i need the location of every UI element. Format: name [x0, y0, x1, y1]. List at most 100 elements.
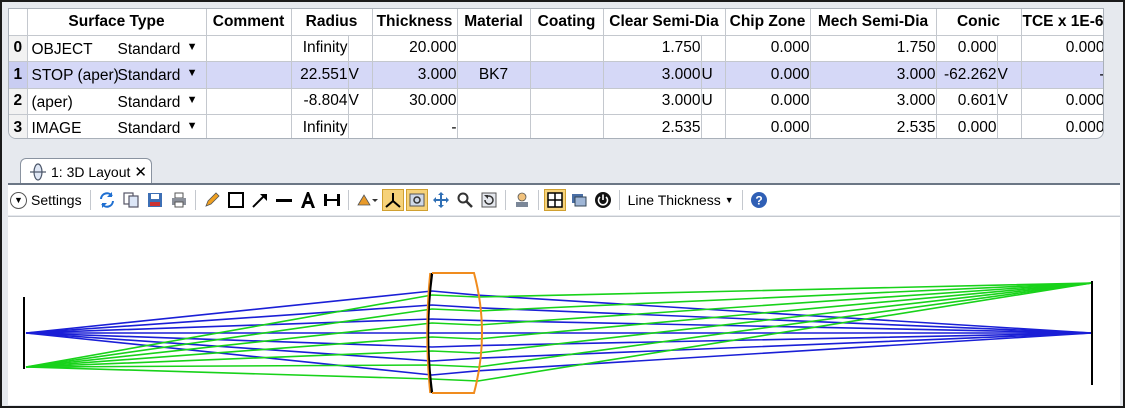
grid-icon[interactable] — [543, 189, 566, 211]
row-number[interactable]: 1 — [9, 61, 28, 89]
chip-zone-cell[interactable]: 0.000 — [725, 114, 811, 138]
zoom-icon[interactable] — [454, 189, 476, 211]
radius-solve-cell[interactable] — [348, 114, 373, 138]
comment-cell[interactable] — [206, 88, 292, 115]
radius-solve-cell[interactable] — [348, 35, 373, 62]
axes-icon[interactable] — [381, 189, 404, 211]
clear-semi-dia-cell[interactable]: 3.000 — [603, 61, 702, 89]
table-row[interactable]: 3 IMAGE Standard ▼ Infinity -2.535 0.000 2.535 0… — [9, 114, 1103, 138]
save-icon[interactable] — [144, 189, 166, 211]
export-icon[interactable] — [511, 189, 533, 211]
rotate-icon[interactable] — [354, 189, 380, 211]
table-row[interactable]: 1 STOP (aper) Standard ▼ 22.551 V 3.000 BK7 3.00… — [9, 61, 1103, 89]
header-thickness[interactable]: Thickness — [372, 9, 458, 36]
chevron-down-icon[interactable]: ▼ — [187, 120, 198, 132]
zoom-window-icon[interactable] — [405, 189, 428, 211]
material-cell[interactable] — [457, 114, 531, 138]
row-number[interactable]: 3 — [9, 114, 28, 138]
clear-semi-dia-cell[interactable]: 2.535 — [603, 114, 702, 138]
conic-solve-cell[interactable]: V — [997, 88, 1022, 115]
header-tce[interactable]: TCE x 1E-6 — [1021, 9, 1103, 36]
coating-cell[interactable] — [530, 35, 604, 62]
chevron-down-icon[interactable]: ▼ — [187, 67, 198, 79]
clear-semi-dia-cell[interactable]: 1.750 — [603, 35, 702, 62]
pan-icon[interactable] — [430, 189, 452, 211]
chevron-down-icon[interactable]: ▼ — [187, 41, 198, 53]
clear-semi-dia-solve-cell[interactable]: U — [701, 61, 726, 89]
line-thickness-dropdown[interactable]: Line Thickness ▼ — [624, 192, 738, 208]
conic-cell[interactable]: 0.000 — [936, 114, 998, 138]
chevron-down-icon[interactable]: ▼ — [187, 94, 198, 106]
table-row[interactable]: 2 (aper) Standard ▼ -8.804 V 30.000 3.000 U 0.000… — [9, 88, 1103, 115]
text-icon[interactable] — [297, 189, 319, 211]
reset-view-icon[interactable] — [478, 189, 500, 211]
conic-cell[interactable]: -62.262 — [936, 61, 998, 89]
refresh-icon[interactable] — [96, 189, 118, 211]
tce-cell[interactable]: 0.000 — [1021, 88, 1103, 115]
surface-type-cell[interactable]: STOP (aper) Standard ▼ — [27, 61, 207, 89]
radius-cell[interactable]: -8.804 — [291, 88, 349, 115]
clear-semi-dia-solve-cell[interactable] — [701, 114, 726, 138]
radius-cell[interactable]: 22.551 — [291, 61, 349, 89]
thickness-cell[interactable]: - — [372, 114, 458, 138]
thickness-cell[interactable]: 3.000 — [372, 61, 458, 89]
radius-solve-cell[interactable]: V — [348, 88, 373, 115]
comment-cell[interactable] — [206, 35, 292, 62]
conic-cell[interactable]: 0.000 — [936, 35, 998, 62]
chip-zone-cell[interactable]: 0.000 — [725, 88, 811, 115]
tce-cell[interactable]: - — [1021, 61, 1103, 89]
radius-cell[interactable]: Infinity — [291, 114, 349, 138]
surface-type-cell[interactable]: IMAGE Standard ▼ — [27, 114, 207, 138]
clear-semi-dia-solve-cell[interactable]: U — [701, 88, 726, 115]
mech-semi-dia-cell[interactable]: 2.535 — [810, 114, 937, 138]
clear-semi-dia-solve-cell[interactable] — [701, 35, 726, 62]
coating-cell[interactable] — [530, 88, 604, 115]
pencil-icon[interactable] — [201, 189, 223, 211]
material-cell[interactable] — [457, 88, 531, 115]
header-chip-zone[interactable]: Chip Zone — [725, 9, 811, 36]
coating-cell[interactable] — [530, 114, 604, 138]
radius-cell[interactable]: Infinity — [291, 35, 349, 62]
tce-cell[interactable]: 0.000 — [1021, 114, 1103, 138]
header-material[interactable]: Material — [457, 9, 531, 36]
layout-3d-view[interactable] — [8, 216, 1120, 405]
row-number[interactable]: 0 — [9, 35, 28, 62]
tab-3d-layout[interactable]: 1: 3D Layout ✕ — [20, 158, 152, 184]
header-radius[interactable]: Radius — [291, 9, 373, 36]
mech-semi-dia-cell[interactable]: 1.750 — [810, 35, 937, 62]
material-cell[interactable]: BK7 — [457, 61, 531, 89]
mech-semi-dia-cell[interactable]: 3.000 — [810, 61, 937, 89]
radius-solve-cell[interactable]: V — [348, 61, 373, 89]
layers-icon[interactable] — [568, 189, 590, 211]
conic-solve-cell[interactable] — [997, 114, 1022, 138]
comment-cell[interactable] — [206, 114, 292, 138]
clear-semi-dia-cell[interactable]: 3.000 — [603, 88, 702, 115]
header-coating[interactable]: Coating — [530, 9, 604, 36]
comment-cell[interactable] — [206, 61, 292, 89]
conic-cell[interactable]: 0.601 — [936, 88, 998, 115]
header-comment[interactable]: Comment — [206, 9, 292, 36]
chip-zone-cell[interactable]: 0.000 — [725, 61, 811, 89]
conic-solve-cell[interactable]: V — [997, 61, 1022, 89]
header-clear-semi-dia[interactable]: Clear Semi-Dia — [603, 9, 726, 36]
surface-type-cell[interactable]: OBJECT Standard ▼ — [27, 35, 207, 62]
arrow-icon[interactable] — [249, 189, 271, 211]
thickness-cell[interactable]: 30.000 — [372, 88, 458, 115]
table-row[interactable]: 0 OBJECT Standard ▼ Infinity 20.000 1.750 0.000… — [9, 35, 1103, 62]
tce-cell[interactable]: 0.000 — [1021, 35, 1103, 62]
thickness-cell[interactable]: 20.000 — [372, 35, 458, 62]
line-icon[interactable] — [273, 189, 295, 211]
rectangle-icon[interactable] — [225, 189, 247, 211]
print-icon[interactable] — [168, 189, 190, 211]
dimension-icon[interactable] — [321, 189, 343, 211]
coating-cell[interactable] — [530, 61, 604, 89]
header-conic[interactable]: Conic — [936, 9, 1022, 36]
conic-solve-cell[interactable] — [997, 35, 1022, 62]
power-icon[interactable] — [592, 189, 614, 211]
header-surface-type[interactable]: Surface Type — [27, 9, 207, 36]
settings-button[interactable]: ▼ Settings — [10, 191, 82, 209]
close-icon[interactable]: ✕ — [134, 163, 147, 181]
surface-type-cell[interactable]: (aper) Standard ▼ — [27, 88, 207, 115]
chip-zone-cell[interactable]: 0.000 — [725, 35, 811, 62]
material-cell[interactable] — [457, 35, 531, 62]
